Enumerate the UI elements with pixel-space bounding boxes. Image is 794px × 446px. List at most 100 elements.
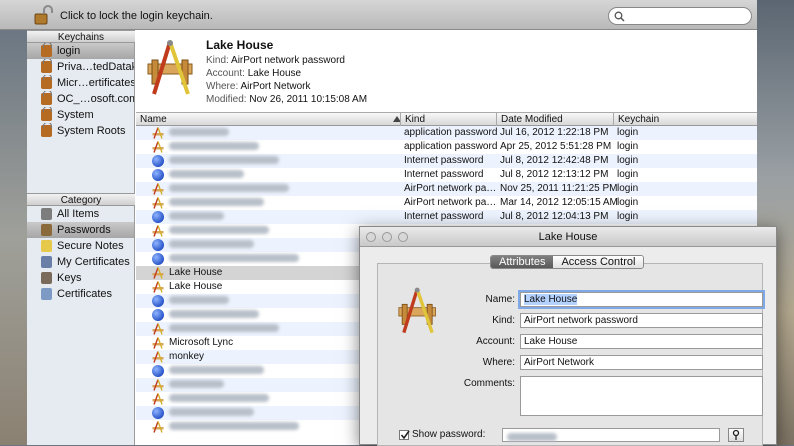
keychain-item[interactable]: Micr…ertificates (27, 75, 134, 91)
password-item-icon (152, 141, 164, 153)
key-icon[interactable] (728, 428, 744, 442)
row-name (169, 168, 244, 182)
keychain-label: System (57, 109, 94, 121)
table-row[interactable]: Internet password Jul 8, 2012 12:42:48 PM… (136, 154, 757, 168)
category-item[interactable]: All Items (27, 206, 134, 222)
globe-icon (152, 211, 164, 223)
redacted-name (169, 310, 259, 319)
item-title: Lake House (206, 38, 274, 52)
globe-icon (152, 365, 164, 377)
table-row[interactable]: AirPort network pa… Nov 25, 2011 11:21:25… (136, 182, 757, 196)
keychain-icon (41, 123, 52, 137)
row-kind: Internet password (404, 211, 484, 222)
keychain-icon (41, 75, 52, 89)
info-account: Account: Lake House (206, 68, 302, 79)
row-name (169, 238, 254, 252)
keychain-item[interactable]: OC_…osoft.com (27, 91, 134, 107)
kind-field[interactable]: AirPort network password (520, 313, 763, 328)
password-item-icon (152, 183, 164, 195)
row-name: Lake House (169, 267, 223, 278)
column-name[interactable]: Name (136, 113, 400, 126)
category-label: Certificates (57, 288, 113, 300)
row-date: Jul 8, 2012 12:42:48 PM (500, 155, 609, 166)
password-field[interactable] (502, 428, 720, 442)
row-keychain: login (617, 211, 639, 222)
comments-label: Comments: (463, 378, 515, 389)
key-icon (41, 224, 52, 236)
item-detail-dialog: Lake House Name: Lake House Kind: AirPor… (359, 226, 777, 446)
keychain-item-icon (398, 287, 436, 334)
password-item-icon (152, 379, 164, 391)
search-input[interactable] (608, 7, 752, 25)
row-name (169, 406, 254, 420)
where-field[interactable]: AirPort Network (520, 355, 763, 370)
redacted-name (169, 240, 254, 249)
item-info-pane: Lake House Kind: AirPort network passwor… (136, 30, 757, 113)
password-item-icon (152, 127, 164, 139)
keychain-icon (41, 107, 52, 121)
row-date: Jul 16, 2012 1:22:18 PM (500, 127, 609, 138)
unlocked-padlock-icon[interactable] (33, 5, 53, 25)
table-row[interactable]: Internet password Jul 8, 2012 12:13:12 PM… (136, 168, 757, 182)
row-keychain: login (617, 141, 639, 152)
column-keychain[interactable]: Keychain (613, 113, 683, 126)
redacted-name (169, 142, 259, 151)
globe-icon (152, 169, 164, 181)
column-kind[interactable]: Kind (400, 113, 496, 126)
comments-field[interactable] (520, 376, 763, 416)
all-items-icon (41, 208, 52, 220)
column-date-modified[interactable]: Date Modified (496, 113, 613, 126)
password-item-icon (152, 393, 164, 405)
redacted-name (169, 198, 264, 207)
close-icon[interactable] (366, 232, 376, 242)
globe-icon (152, 407, 164, 419)
redacted-name (169, 296, 229, 305)
where-label: Where: (482, 357, 515, 368)
row-keychain: login (617, 127, 639, 138)
category-header: Category (27, 193, 135, 206)
row-kind: Internet password (404, 169, 484, 180)
category-item[interactable]: Secure Notes (27, 238, 134, 254)
row-kind: application password (404, 141, 498, 152)
zoom-icon[interactable] (398, 232, 408, 242)
table-header: Name Kind Date Modified Keychain (136, 113, 757, 126)
password-item-icon (152, 225, 164, 237)
lock-keychain-label[interactable]: Click to lock the login keychain. (60, 10, 213, 22)
redacted-name (169, 226, 269, 235)
category-item[interactable]: Keys (27, 270, 134, 286)
row-name (169, 154, 279, 168)
category-item[interactable]: My Certificates (27, 254, 134, 270)
keychains-header: Keychains (27, 30, 135, 43)
row-date: Jul 8, 2012 12:04:13 PM (500, 211, 609, 222)
show-password-checkbox[interactable] (399, 430, 410, 440)
table-row[interactable]: Internet password Jul 8, 2012 12:04:13 PM… (136, 210, 757, 224)
keychain-item[interactable]: System (27, 107, 134, 123)
certificate-icon (41, 256, 52, 268)
table-row[interactable]: application password Jul 16, 2012 1:22:18… (136, 126, 757, 140)
keychain-label: OC_…osoft.com (57, 93, 134, 105)
keychain-item-large-icon (147, 40, 193, 95)
tab-attributes[interactable]: Attributes (491, 256, 554, 268)
tab-access-control[interactable]: Access Control (553, 256, 644, 268)
category-item[interactable]: Certificates (27, 286, 134, 302)
keychain-item[interactable]: System Roots (27, 123, 134, 139)
minimize-icon[interactable] (382, 232, 392, 242)
table-row[interactable]: application password Apr 25, 2012 5:51:28… (136, 140, 757, 154)
account-field[interactable]: Lake House (520, 334, 763, 349)
category-label: My Certificates (57, 256, 130, 268)
info-where: Where: AirPort Network (206, 81, 311, 92)
row-date: Nov 25, 2011 11:21:25 PM (500, 183, 618, 194)
kind-label: Kind: (492, 315, 515, 326)
attributes-panel: Name: Lake House Kind: AirPort network p… (377, 263, 763, 446)
name-field[interactable]: Lake House (520, 292, 763, 307)
globe-icon (152, 155, 164, 167)
category-item[interactable]: Passwords (27, 222, 134, 238)
row-name (169, 322, 279, 336)
table-row[interactable]: AirPort network pa… Mar 14, 2012 12:05:15… (136, 196, 757, 210)
keychain-item[interactable]: Priva…tedDatak (27, 59, 134, 75)
keychain-item[interactable]: login (27, 43, 134, 59)
password-item-icon (152, 337, 164, 349)
globe-icon (152, 239, 164, 251)
password-item-icon (152, 421, 164, 433)
row-keychain: login (617, 183, 639, 194)
